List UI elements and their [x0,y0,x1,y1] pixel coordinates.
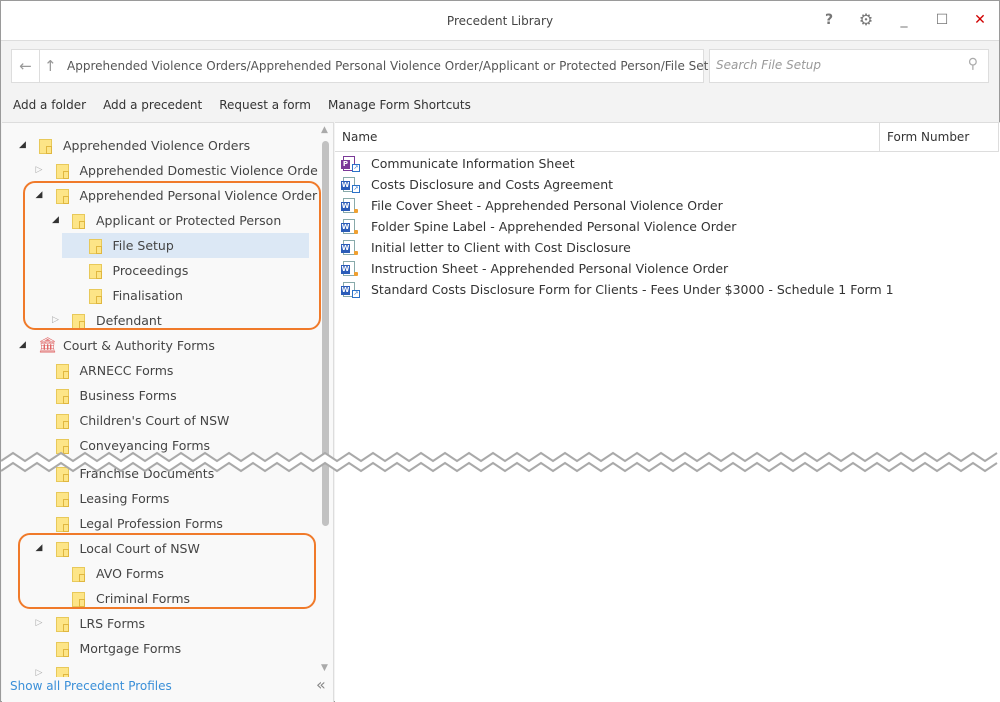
tree-item[interactable]: ▷ [2,661,318,677]
show-all-profiles-link[interactable]: Show all Precedent Profiles [10,679,172,693]
collapsed-arrow-icon[interactable]: ▷ [36,158,46,183]
tree-scrollbar[interactable]: ▲ ▼ [319,123,333,678]
tree-item[interactable]: ◢ 🏛 Court & Authority Forms [2,333,318,358]
request-form-link[interactable]: Request a form [219,98,311,112]
tree-item-label: Children's Court of NSW [79,413,230,428]
file-name: Costs Disclosure and Costs Agreement [371,177,614,192]
torn-edge-divider [1,451,998,473]
folder-icon [55,414,69,429]
folder-icon [55,617,69,632]
folder-icon [55,492,69,507]
help-icon[interactable]: ? [817,9,841,31]
tree-item[interactable]: ◢ Apprehended Violence Orders [2,133,318,158]
file-name: File Cover Sheet - Apprehended Personal … [371,198,723,213]
add-precedent-link[interactable]: Add a precedent [103,98,202,112]
tree-item-label: Business Forms [79,388,177,403]
folder-icon [55,364,69,379]
collapsed-arrow-icon[interactable]: ▷ [36,661,46,677]
tree-item[interactable]: ARNECC Forms [2,358,318,383]
file-name: Folder Spine Label - Apprehended Persona… [371,219,737,234]
up-arrow-icon[interactable]: ↑ [44,50,57,82]
tree-item[interactable]: ▷ LRS Forms [2,611,318,636]
local-marker-icon [354,209,358,213]
word-document-icon: W [341,219,358,234]
minimize-icon[interactable]: _ [892,9,916,31]
tree-item-label: LRS Forms [79,616,146,631]
tree-item[interactable]: Leasing Forms [2,486,318,511]
add-folder-link[interactable]: Add a folder [13,98,86,112]
highlight-outline-apvo [23,181,321,330]
word-document-icon: W ↗ [341,177,360,193]
scroll-up-icon[interactable]: ▲ [321,125,328,135]
window-title: Precedent Library [446,14,554,28]
tree-item-label: Leasing Forms [79,491,170,506]
folder-icon [55,517,69,532]
back-arrow-icon[interactable]: ← [12,50,40,82]
shortcut-overlay-icon: ↗ [352,290,360,298]
breadcrumb-path[interactable]: Apprehended Violence Orders/Apprehended … [67,59,724,73]
list-header: Name Form Number [335,123,999,152]
bank-icon: 🏛 [38,336,58,354]
manage-form-shortcuts-link[interactable]: Manage Form Shortcuts [328,98,471,112]
action-toolbar: Add a folder Add a precedent Request a f… [13,98,471,112]
close-icon[interactable]: ✕ [968,9,992,31]
search-icon[interactable]: ⚲ [968,56,978,72]
local-marker-icon [354,230,358,234]
shortcut-overlay-icon: ↗ [352,185,360,193]
tree-item[interactable]: Mortgage Forms [2,636,318,661]
file-list-pane: Name Form Number P ↗ Communicate Informati… [335,122,1000,702]
word-document-icon: W ↗ [341,282,360,298]
file-name: Instruction Sheet - Apprehended Personal… [371,261,729,276]
folder-icon [55,642,69,657]
folder-icon [55,389,69,404]
tree-item-label: ARNECC Forms [79,363,174,378]
shortcut-overlay-icon: ↗ [352,164,360,172]
tree-item[interactable]: Children's Court of NSW [2,408,318,433]
search-input[interactable] [716,58,956,72]
folder-icon [55,667,69,677]
gear-icon[interactable]: ⚙ [854,9,878,31]
tree-item[interactable]: Business Forms [2,383,318,408]
search-box[interactable]: ⚲ [709,49,989,83]
folder-icon [39,139,52,154]
highlight-outline-local-court [18,533,316,609]
file-name: Communicate Information Sheet [371,156,575,171]
file-name: Standard Costs Disclosure Form for Clien… [371,282,894,297]
collapse-pane-icon[interactable]: « [316,675,326,694]
folder-icon [55,164,69,179]
word-document-icon: W [341,198,358,213]
tree-item[interactable]: ▷ Apprehended Domestic Violence Order [2,158,318,183]
local-marker-icon [354,251,358,255]
expanded-arrow-icon[interactable]: ◢ [19,333,29,358]
maximize-icon[interactable]: ☐ [930,9,954,31]
precedent-library-window: Precedent Library ? ⚙ _ ☐ ✕ ← ↑ Apprehen… [0,0,1000,702]
pdf-document-icon: P ↗ [341,156,360,172]
column-header-name[interactable]: Name [342,130,377,144]
local-marker-icon [354,272,358,276]
scroll-down-icon[interactable]: ▼ [321,663,328,673]
word-document-icon: W [341,261,358,276]
word-document-icon: W [341,240,358,255]
collapsed-arrow-icon[interactable]: ▷ [36,611,46,636]
column-header-form-number[interactable]: Form Number [879,123,999,152]
tree-item-label: Apprehended Domestic Violence Order [79,163,319,178]
title-bar: Precedent Library ? ⚙ _ ☐ ✕ [1,1,999,41]
file-name: Initial letter to Client with Cost Discl… [371,240,631,255]
tree-item-label: Court & Authority Forms [63,338,215,353]
expanded-arrow-icon[interactable]: ◢ [19,133,29,158]
tree-item-label: Mortgage Forms [79,641,182,656]
address-bar[interactable]: ← ↑ Apprehended Violence Orders/Apprehen… [11,49,724,83]
tree-item-label: Apprehended Violence Orders [63,138,251,153]
